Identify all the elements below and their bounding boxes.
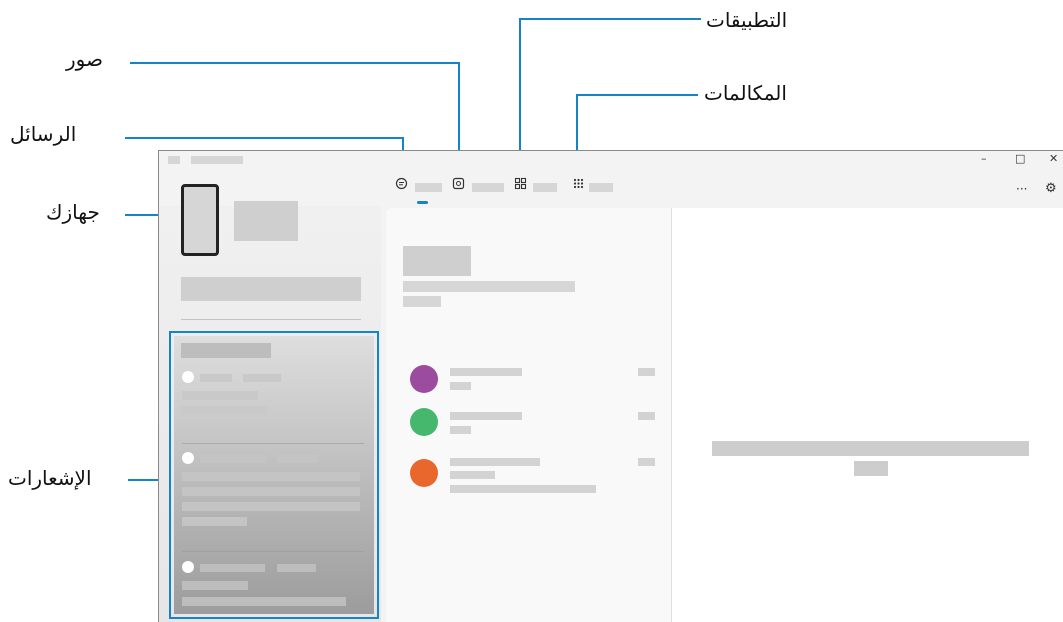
notification-title-placeholder <box>200 374 232 382</box>
callout-calls-line-v <box>576 94 578 156</box>
detail-panel <box>672 208 1063 622</box>
contact-name-placeholder <box>450 368 522 376</box>
phone-icon <box>181 184 219 256</box>
notifications-panel[interactable] <box>169 331 379 619</box>
notification-line-placeholder <box>182 487 360 496</box>
app-title-placeholder <box>191 156 243 164</box>
more-options-button[interactable]: ··· <box>1016 182 1027 196</box>
notification-line-placeholder <box>182 502 360 511</box>
contact-name-placeholder <box>450 458 540 466</box>
notification-app-icon <box>182 452 194 464</box>
callout-apps-line <box>519 18 701 20</box>
notification-time-placeholder <box>243 374 281 382</box>
list-header-placeholder <box>403 246 471 276</box>
notification-app-icon <box>182 561 194 573</box>
notification-line-placeholder <box>182 472 360 481</box>
callout-calls-label: المكالمات <box>704 81 787 105</box>
callout-photos-line <box>130 62 460 64</box>
contact-message-placeholder <box>450 382 471 390</box>
list-subtitle-placeholder <box>403 281 575 292</box>
photos-icon <box>452 177 465 190</box>
callout-photos-line-v <box>458 62 460 156</box>
list-subtitle-placeholder <box>403 296 441 307</box>
settings-gear-icon[interactable]: ⚙ <box>1045 181 1057 196</box>
contact-message-placeholder <box>450 485 596 493</box>
contact-time-placeholder <box>638 458 655 466</box>
notification-line-placeholder <box>182 517 247 526</box>
contact-time-placeholder <box>638 368 655 376</box>
callout-calls-line <box>576 94 698 96</box>
apps-icon <box>514 177 527 190</box>
photos-tab-label-placeholder <box>472 183 504 192</box>
notification-divider <box>182 551 364 552</box>
notification-line-placeholder <box>182 406 266 415</box>
notification-title-placeholder <box>200 564 265 572</box>
notification-time-placeholder <box>277 564 316 572</box>
app-icon-placeholder <box>168 156 180 164</box>
callout-apps-label: التطبيقات <box>706 8 788 32</box>
notifications-header-placeholder <box>181 343 271 358</box>
device-name-placeholder <box>234 201 298 241</box>
messages-tab-indicator <box>417 201 428 204</box>
photos-tab[interactable] <box>452 177 465 194</box>
callout-apps-line-v <box>519 18 521 156</box>
apps-tab-label-placeholder <box>533 183 557 192</box>
empty-state-sub-placeholder <box>854 461 888 476</box>
maximize-button[interactable]: □ <box>1015 152 1025 165</box>
callout-notifications-label: الإشعارات <box>8 466 92 490</box>
dialpad-icon <box>573 178 584 189</box>
callout-messages-label: الرسائل <box>10 122 77 146</box>
contact-avatar[interactable] <box>410 459 438 487</box>
notification-line-placeholder <box>182 391 258 400</box>
sidebar-divider <box>181 319 361 320</box>
device-status-placeholder <box>181 277 361 301</box>
callout-device-label: جهازك <box>46 200 100 224</box>
notification-line-placeholder <box>182 581 248 590</box>
notification-time-placeholder <box>277 455 318 463</box>
empty-state-message-placeholder <box>712 441 1029 456</box>
conversation-list-panel <box>386 208 672 622</box>
callout-photos-label: صور <box>66 47 103 71</box>
notification-line-placeholder <box>182 597 346 606</box>
close-button[interactable]: ✕ <box>1049 152 1058 165</box>
sidebar <box>159 184 381 622</box>
calls-tab[interactable] <box>572 177 585 194</box>
messages-tab-label-placeholder <box>415 183 442 192</box>
contact-avatar[interactable] <box>410 365 438 393</box>
messages-tab[interactable] <box>395 177 408 194</box>
notifications-inner <box>174 336 374 614</box>
notification-app-icon <box>182 371 194 383</box>
contact-name-placeholder <box>450 412 522 420</box>
contact-message-placeholder <box>450 426 471 434</box>
minimize-button[interactable]: – <box>981 152 987 165</box>
contact-message-placeholder <box>450 471 495 479</box>
callout-messages-line <box>125 137 404 139</box>
app-window: – □ ✕ ··· ⚙ <box>158 150 1063 622</box>
notification-title-placeholder <box>200 455 266 463</box>
notification-divider <box>182 443 364 444</box>
messages-icon <box>395 177 408 190</box>
contact-time-placeholder <box>638 412 655 420</box>
calls-tab-label-placeholder <box>589 183 613 192</box>
contact-avatar[interactable] <box>410 408 438 436</box>
apps-tab[interactable] <box>514 177 527 194</box>
